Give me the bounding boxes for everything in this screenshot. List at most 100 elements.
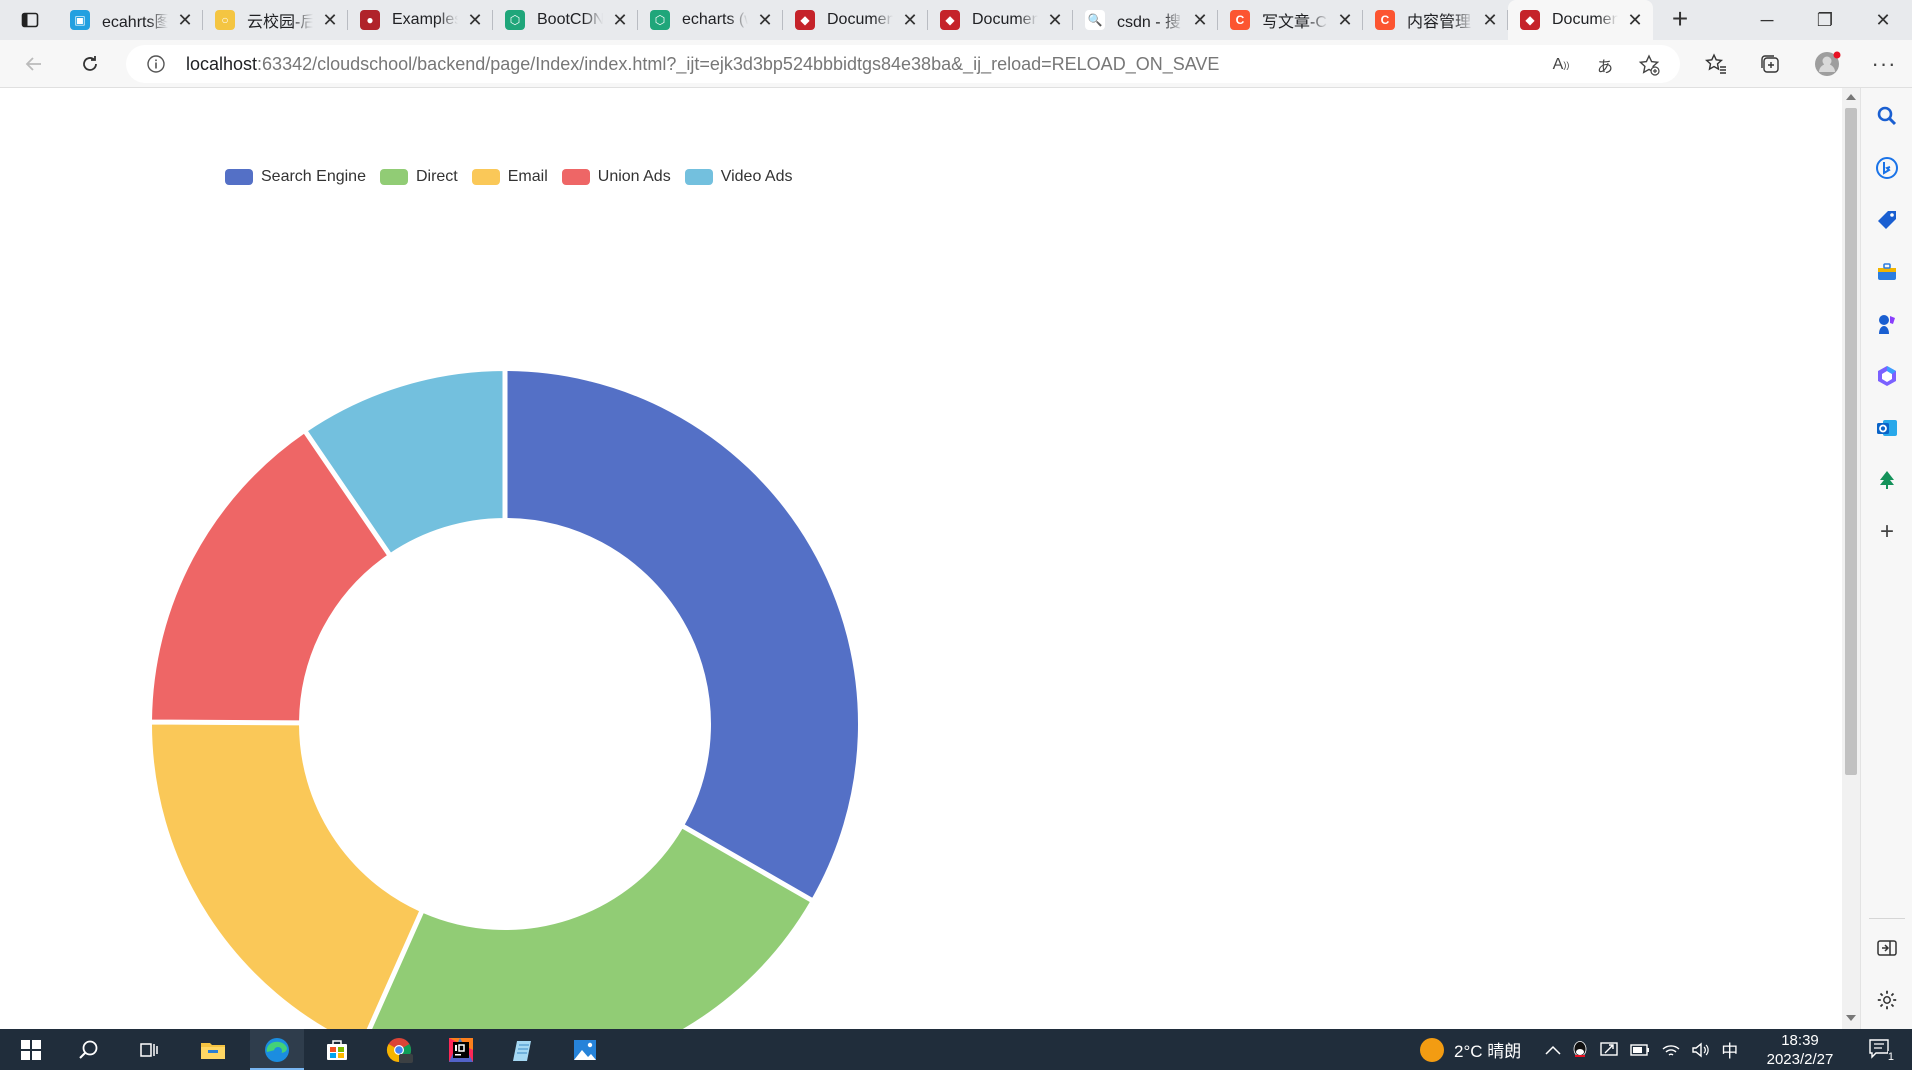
- add-favorite-icon[interactable]: [1638, 54, 1660, 76]
- settings-more-button[interactable]: ···: [1868, 48, 1900, 80]
- sun-icon: [1420, 1037, 1444, 1062]
- outlook-icon[interactable]: [1875, 416, 1899, 440]
- wifi-icon[interactable]: [1661, 1042, 1681, 1058]
- scroll-thumb[interactable]: [1845, 108, 1857, 775]
- tab-close-icon[interactable]: ✕: [612, 10, 628, 31]
- browser-tab[interactable]: ● Examples ✕: [348, 0, 493, 40]
- tab-close-icon[interactable]: ✕: [1192, 10, 1208, 31]
- jetbrains-icon: ◆: [940, 10, 960, 30]
- input-method-indicator[interactable]: 中: [1721, 1037, 1738, 1062]
- tab-close-icon[interactable]: ✕: [1482, 10, 1498, 31]
- tools-toolbox-icon[interactable]: [1875, 260, 1899, 284]
- browser-tab[interactable]: ◆ Documen ✕: [783, 0, 928, 40]
- tab-title: csdn - 搜: [1117, 14, 1182, 31]
- clock-date: 2023/2/27: [1766, 1051, 1834, 1068]
- translate-icon[interactable]: あ: [1594, 54, 1616, 76]
- tab-actions-button[interactable]: [14, 8, 46, 32]
- favorites-button[interactable]: [1700, 48, 1732, 80]
- weather-widget[interactable]: 2°C 晴朗: [1420, 1037, 1521, 1062]
- csdn-icon: C: [1375, 10, 1395, 30]
- restore-button[interactable]: ❐: [1796, 0, 1854, 40]
- tab-close-icon[interactable]: ✕: [467, 10, 483, 31]
- close-window-button[interactable]: ✕: [1854, 0, 1912, 40]
- tab-title: 内容管理: [1407, 14, 1472, 31]
- vertical-scrollbar[interactable]: [1842, 88, 1860, 1029]
- tab-list: ▣ ecahrts图 ✕ ○ 云校园-后 ✕ ● Examples ✕ ⬡ BootCDN ✕ ⬡ ech…: [58, 0, 1653, 40]
- photos-icon[interactable]: [570, 1035, 600, 1065]
- scroll-up-arrow-icon[interactable]: [1846, 94, 1856, 100]
- tab-actions-icon: [21, 12, 39, 28]
- windows-taskbar: 2°C 晴朗 中 18:39 2023/2/27 1: [0, 1029, 1912, 1070]
- notification-center-button[interactable]: 1: [1868, 1038, 1894, 1063]
- scroll-down-arrow-icon[interactable]: [1846, 1015, 1856, 1021]
- bilibili-icon: ▣: [70, 10, 90, 30]
- site-info-icon[interactable]: [146, 54, 166, 74]
- volume-icon[interactable]: [1691, 1042, 1711, 1058]
- browser-tab[interactable]: ⬡ echarts (w ✕: [638, 0, 783, 40]
- refresh-icon: [83, 56, 97, 71]
- globe-icon: ○: [215, 10, 235, 30]
- intellij-idea-icon[interactable]: [446, 1035, 476, 1065]
- notification-count: 1: [1887, 1051, 1894, 1063]
- qq-icon[interactable]: [1571, 1040, 1589, 1060]
- tab-close-icon[interactable]: ✕: [177, 10, 193, 31]
- refresh-button[interactable]: [74, 48, 106, 80]
- browser-tab[interactable]: ○ 云校园-后 ✕: [203, 0, 348, 40]
- microsoft-store-icon[interactable]: [322, 1035, 352, 1065]
- tab-title: Documen: [972, 11, 1038, 28]
- avatar: [1815, 51, 1841, 76]
- tab-close-icon[interactable]: ✕: [1337, 10, 1353, 31]
- add-sidebar-app-icon[interactable]: +: [1875, 518, 1899, 545]
- tab-close-icon[interactable]: ✕: [1047, 10, 1063, 31]
- browser-tab[interactable]: ⬡ BootCDN ✕: [493, 0, 638, 40]
- minimize-button[interactable]: ─: [1738, 0, 1796, 40]
- back-button[interactable]: [18, 48, 50, 80]
- tab-title: Examples: [392, 11, 458, 28]
- microsoft-365-icon[interactable]: [1875, 364, 1899, 388]
- file-explorer-icon[interactable]: [198, 1035, 228, 1065]
- profile-button[interactable]: [1812, 48, 1844, 80]
- browser-tab[interactable]: C 写文章-C ✕: [1218, 0, 1363, 40]
- show-hidden-icons-button[interactable]: [1545, 1045, 1561, 1055]
- new-tab-button[interactable]: +: [1664, 4, 1696, 36]
- games-icon[interactable]: [1875, 312, 1899, 336]
- chrome-dev-icon[interactable]: [384, 1035, 414, 1065]
- taskbar-search-icon[interactable]: [74, 1035, 104, 1065]
- address-bar[interactable]: localhost:63342/cloudschool/backend/page…: [126, 45, 1680, 83]
- echarts-icon: ●: [360, 10, 380, 30]
- task-view-icon[interactable]: [134, 1035, 164, 1065]
- tab-title: BootCDN: [537, 11, 603, 28]
- drop-tree-icon[interactable]: [1875, 468, 1899, 492]
- browser-tab[interactable]: C 内容管理 ✕: [1363, 0, 1508, 40]
- sidebar-search-icon[interactable]: [1875, 104, 1899, 128]
- csdn-icon: C: [1230, 10, 1250, 30]
- browser-tab[interactable]: ◆ Documen ✕: [1508, 0, 1653, 40]
- browser-tab[interactable]: ◆ Documen ✕: [928, 0, 1073, 40]
- browser-tab[interactable]: 🔍 csdn - 搜 ✕: [1073, 0, 1218, 40]
- taskbar-clock[interactable]: 18:39 2023/2/27: [1764, 1031, 1836, 1069]
- tab-close-icon[interactable]: ✕: [1627, 10, 1643, 31]
- donut-slice[interactable]: [149, 722, 422, 1029]
- weather-text: 2°C 晴朗: [1454, 1042, 1522, 1061]
- tab-close-icon[interactable]: ✕: [902, 10, 918, 31]
- shopping-tag-icon[interactable]: [1875, 208, 1899, 232]
- donut-chart: [149, 369, 860, 1029]
- address-url[interactable]: localhost:63342/cloudschool/backend/page…: [186, 54, 1219, 75]
- sidebar-settings-gear-icon[interactable]: [1875, 988, 1899, 1012]
- browser-tab[interactable]: ▣ ecahrts图 ✕: [58, 0, 203, 40]
- donut-slice[interactable]: [505, 369, 860, 901]
- edge-browser-icon[interactable]: [262, 1035, 292, 1065]
- url-host: localhost: [186, 54, 258, 74]
- collections-button[interactable]: [1754, 48, 1786, 80]
- read-aloud-icon[interactable]: A)): [1550, 54, 1572, 76]
- hide-sidebar-icon[interactable]: [1875, 936, 1899, 960]
- window-controls: ─ ❐ ✕: [1738, 0, 1912, 40]
- battery-monitor-icon[interactable]: [1629, 1042, 1651, 1058]
- tab-close-icon[interactable]: ✕: [322, 10, 338, 31]
- tab-close-icon[interactable]: ✕: [757, 10, 773, 31]
- bootcdn-icon: ⬡: [650, 10, 670, 30]
- bing-chat-icon[interactable]: [1875, 156, 1899, 180]
- remote-desktop-icon[interactable]: [1599, 1041, 1619, 1059]
- notepad-icon[interactable]: [508, 1035, 538, 1065]
- windows-start-icon[interactable]: [16, 1035, 46, 1065]
